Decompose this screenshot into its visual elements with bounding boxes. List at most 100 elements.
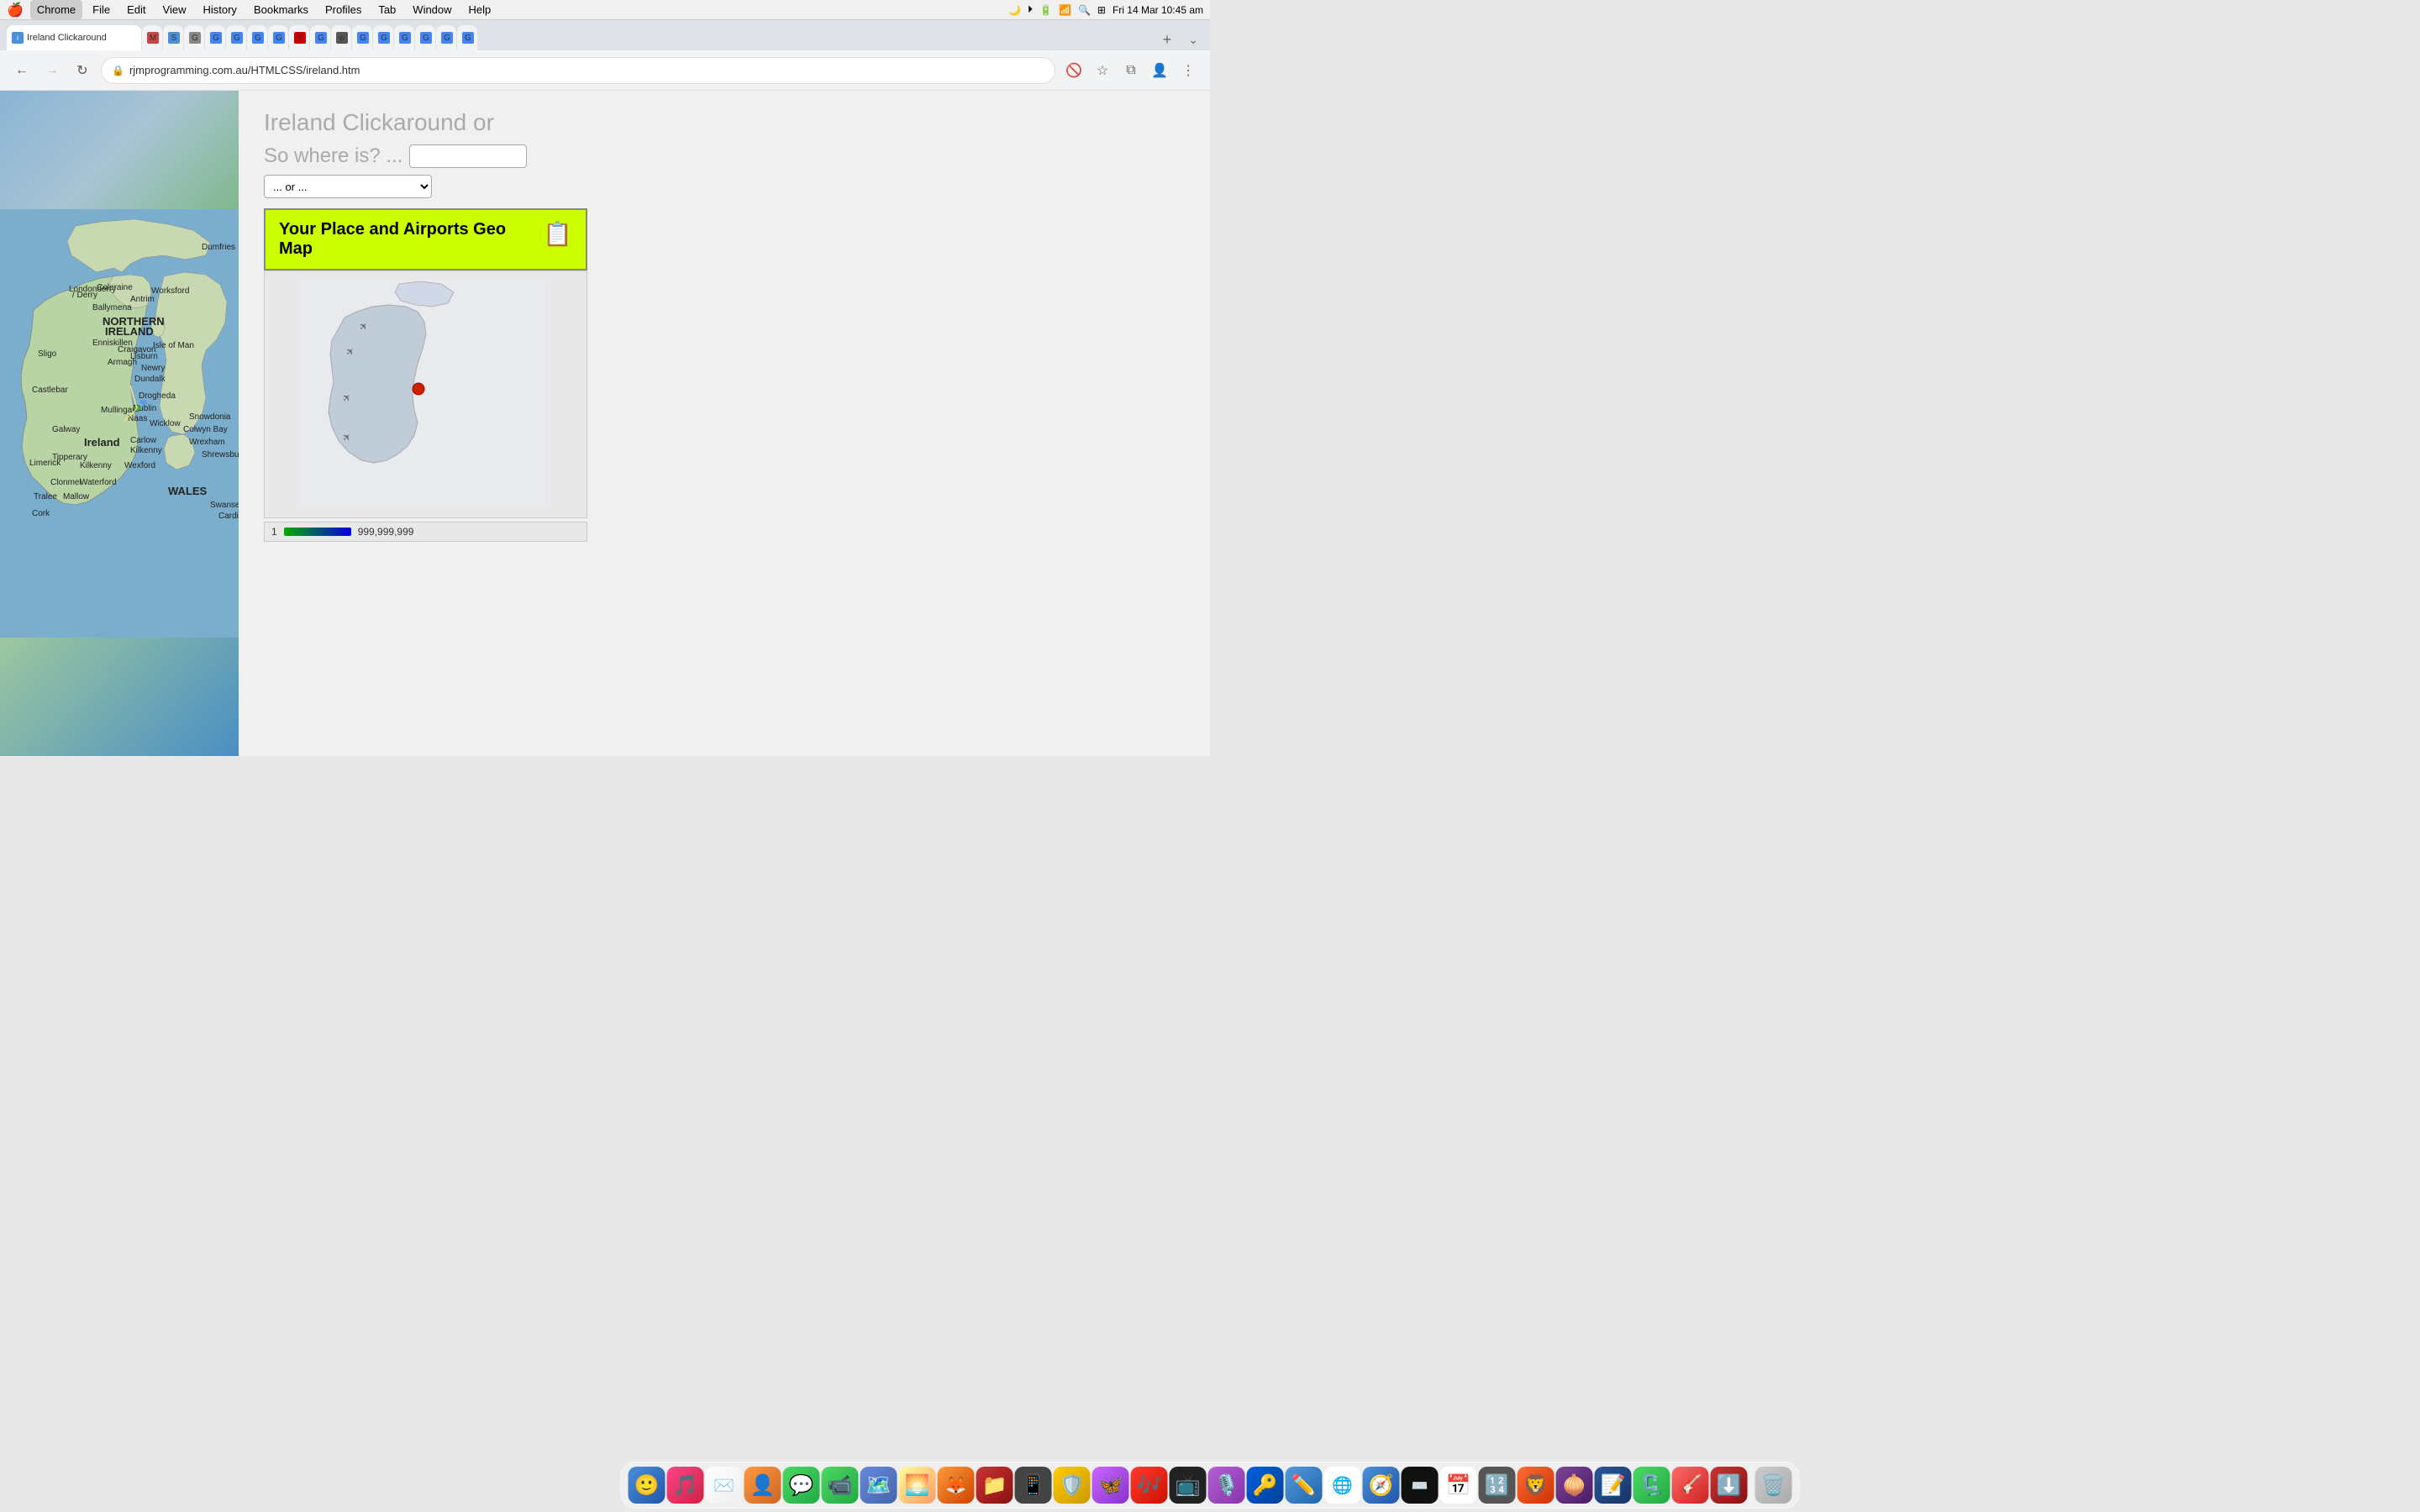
menubar-view[interactable]: View [156, 0, 193, 19]
menubar-bookmarks[interactable]: Bookmarks [247, 0, 315, 19]
svg-text:Ballymena: Ballymena [92, 303, 132, 312]
more-button[interactable]: ⋮ [1176, 59, 1200, 82]
bookmark-star-button[interactable]: ☆ [1091, 59, 1114, 82]
dock-finder[interactable]: 🙂 [629, 1467, 666, 1504]
tab-12[interactable]: G [373, 25, 393, 50]
search-menubar-icon[interactable]: 🔍 [1078, 4, 1091, 16]
address-input-container[interactable]: 🔒 rjmprogramming.com.au/HTMLCSS/ireland.… [101, 57, 1055, 84]
dock-betterzip[interactable]: 🗜️ [1634, 1467, 1670, 1504]
menubar-tab[interactable]: Tab [371, 0, 402, 19]
dock-apple-music[interactable]: 🎶 [1131, 1467, 1168, 1504]
menubar-window[interactable]: Window [406, 0, 458, 19]
tab-2[interactable]: S [163, 25, 183, 50]
tab-11[interactable]: G [352, 25, 372, 50]
battery-icon[interactable]: 🔋 [1039, 4, 1052, 16]
media-icon[interactable]: ⏵ [1028, 3, 1033, 16]
dock-calculator[interactable]: 🔢 [1479, 1467, 1516, 1504]
svg-text:Colwyn Bay: Colwyn Bay [183, 425, 228, 434]
dock-chrome[interactable]: 🌐 [1324, 1467, 1361, 1504]
dock-podcasts[interactable]: 🎙️ [1208, 1467, 1245, 1504]
dock-iphone-app[interactable]: 📱 [1015, 1467, 1052, 1504]
dock-facetime[interactable]: 📹 [822, 1467, 859, 1504]
split-tab-button[interactable]: ⧉ [1119, 59, 1143, 82]
menubar-chrome[interactable]: Chrome [30, 0, 82, 19]
address-right-icons: 🚫 ☆ ⧉ 👤 ⋮ [1062, 59, 1200, 82]
svg-text:Wicklow: Wicklow [150, 419, 181, 428]
dock-terminal[interactable]: ⌨️ [1402, 1467, 1439, 1504]
forward-button[interactable]: → [40, 59, 64, 82]
svg-text:Kilkenny: Kilkenny [130, 446, 162, 455]
location-red-dot [413, 383, 424, 395]
tab-8[interactable]: Y [289, 25, 309, 50]
svg-text:Coleraine: Coleraine [97, 283, 133, 292]
menubar-edit[interactable]: Edit [120, 0, 152, 19]
svg-text:Swansea: Swansea [210, 501, 239, 510]
dock-norton[interactable]: 🛡️ [1054, 1467, 1091, 1504]
profile-button[interactable]: 👤 [1148, 59, 1171, 82]
dock-textsoap[interactable]: ✏️ [1286, 1467, 1323, 1504]
yellow-box-title: Your Place and Airports Geo Map [279, 220, 534, 259]
tab-6[interactable]: G [247, 25, 267, 50]
address-bar: ← → ↻ 🔒 rjmprogramming.com.au/HTMLCSS/ir… [0, 50, 1210, 91]
page-title: Ireland Clickaround or [264, 108, 1185, 138]
svg-text:Cork: Cork [32, 509, 50, 518]
dock-maps[interactable]: 🗺️ [860, 1467, 897, 1504]
dock-firefox[interactable]: 🦊 [938, 1467, 975, 1504]
tab-14[interactable]: G [415, 25, 435, 50]
mini-map-container[interactable]: ✈ ✈ ✈ ✈ [264, 270, 587, 518]
menubar-history[interactable]: History [196, 0, 243, 19]
active-tab[interactable]: i Ireland Clickaround [7, 25, 141, 50]
svg-text:Castlebar: Castlebar [32, 386, 68, 395]
reload-button[interactable]: ↻ [71, 59, 94, 82]
no-video-icon[interactable]: 🚫 [1062, 59, 1086, 82]
page-content: Londonderry / Derry Coleraine Dumfries B… [0, 91, 1210, 756]
svg-text:Tralee: Tralee [34, 492, 57, 501]
menubar-help[interactable]: Help [462, 0, 498, 19]
apple-menu[interactable]: 🍎 [7, 2, 24, 18]
dock-tor[interactable]: 🧅 [1556, 1467, 1593, 1504]
tab-15[interactable]: G [436, 25, 456, 50]
menubar-right: 🌙 ⏵ 🔋 📶 🔍 ⊞ Fri 14 Mar 10:45 am [1008, 3, 1203, 16]
tab-16[interactable]: G [457, 25, 477, 50]
map-svg: Londonderry / Derry Coleraine Dumfries B… [0, 91, 239, 756]
menubar-profiles[interactable]: Profiles [318, 0, 368, 19]
tab-5[interactable]: G [226, 25, 246, 50]
dock-messages[interactable]: 💬 [783, 1467, 820, 1504]
dock-music[interactable]: 🎵 [667, 1467, 704, 1504]
tab-7[interactable]: G [268, 25, 288, 50]
tab-4[interactable]: G [205, 25, 225, 50]
tab-gmail[interactable]: M [142, 25, 162, 50]
or-dropdown[interactable]: ... or ... [264, 175, 432, 198]
tab-13[interactable]: G [394, 25, 414, 50]
back-button[interactable]: ← [10, 59, 34, 82]
dock-elytra[interactable]: 🦋 [1092, 1467, 1129, 1504]
dock-mail[interactable]: ✉️ [706, 1467, 743, 1504]
dock-transmission[interactable]: ⬇️ [1711, 1467, 1748, 1504]
svg-text:Naas: Naas [128, 414, 147, 423]
svg-text:Antrim: Antrim [130, 295, 155, 304]
tab-list-button[interactable]: ⌄ [1183, 34, 1203, 45]
dock-1password[interactable]: 🔑 [1247, 1467, 1284, 1504]
dock-trash[interactable]: 🗑️ [1755, 1467, 1792, 1504]
tab-9[interactable]: G [310, 25, 330, 50]
dock-word[interactable]: 📝 [1595, 1467, 1632, 1504]
dock-instruments[interactable]: 🎸 [1672, 1467, 1709, 1504]
dock-brave[interactable]: 🦁 [1518, 1467, 1555, 1504]
dock-appletv[interactable]: 📺 [1170, 1467, 1207, 1504]
dock-filezilla[interactable]: 📁 [976, 1467, 1013, 1504]
moon-icon[interactable]: 🌙 [1008, 4, 1021, 16]
dock-safari[interactable]: 🧭 [1363, 1467, 1400, 1504]
wifi-icon[interactable]: 📶 [1059, 4, 1071, 16]
new-tab-button[interactable]: + [1158, 32, 1177, 47]
svg-text:Worksford: Worksford [151, 286, 189, 296]
svg-text:Galway: Galway [52, 425, 80, 434]
menubar-file[interactable]: File [86, 0, 117, 19]
controls-row: So where is? ... [264, 144, 1185, 168]
dock-calendar[interactable]: 📅 [1440, 1467, 1477, 1504]
dock-photos[interactable]: 🌅 [899, 1467, 936, 1504]
control-center-icon[interactable]: ⊞ [1097, 4, 1106, 16]
dock-contacts[interactable]: 👤 [744, 1467, 781, 1504]
location-dropdown[interactable] [409, 144, 527, 168]
tab-10[interactable]: w [331, 25, 351, 50]
tab-3[interactable]: G [184, 25, 204, 50]
